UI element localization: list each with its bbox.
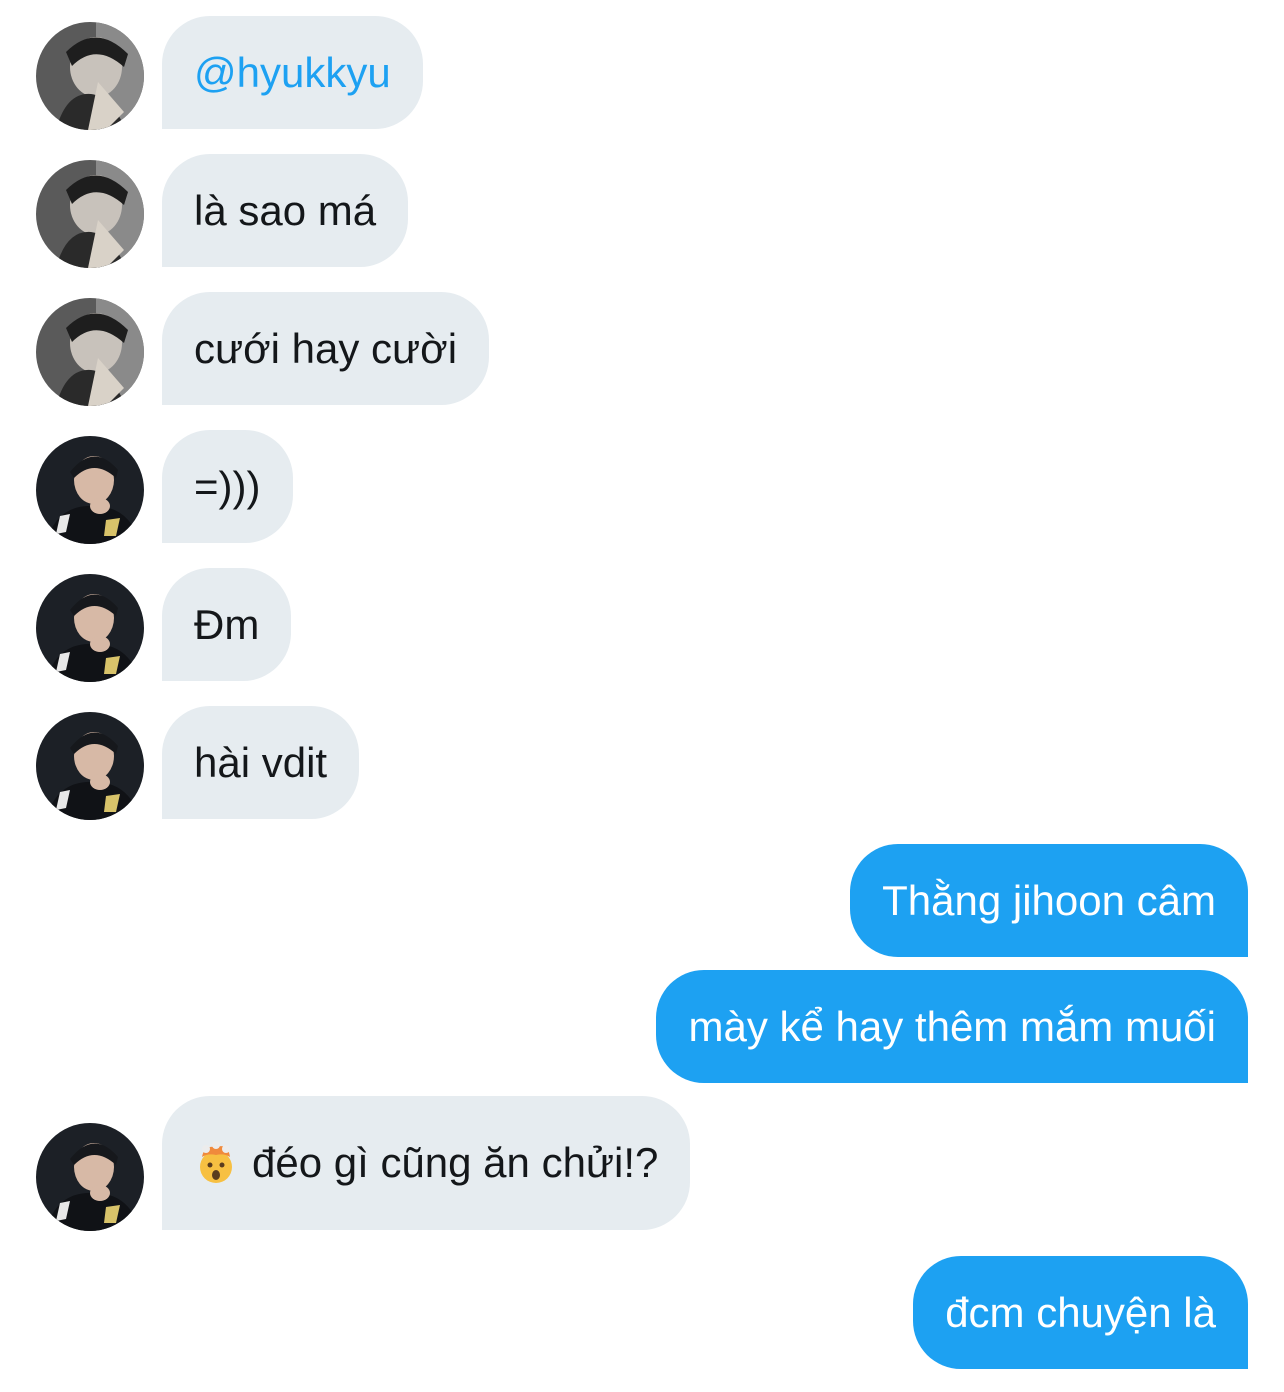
message-text: mày kể hay thêm mắm muối [688,1002,1216,1050]
message-bubble[interactable]: là sao má [162,154,409,267]
message-text: là sao má [194,186,377,234]
user-avatar-photo [36,574,144,682]
message-bubble[interactable]: @hyukkyu [162,16,423,129]
avatar[interactable] [36,574,144,682]
message-bubble-outgoing[interactable]: đcm chuyện là [913,1256,1248,1369]
avatar[interactable] [36,22,144,130]
message-bubble-outgoing[interactable]: Thằng jihoon câm [850,844,1248,957]
user-avatar-photo [36,712,144,820]
user-avatar-photo [36,160,144,268]
avatar[interactable] [36,436,144,544]
message-text: đcm chuyện là [945,1288,1216,1336]
message-text: cưới hay cười [194,324,458,372]
avatar[interactable] [36,298,144,406]
message-text: =))) [194,462,261,510]
user-avatar-photo [36,298,144,406]
message-text: đéo gì cũng ăn chửi!? [252,1139,659,1186]
user-avatar-photo [36,22,144,130]
exploding-head-icon [194,1141,238,1185]
message-bubble[interactable]: Đm [162,568,292,681]
message-bubble[interactable]: hài vdit [162,706,360,819]
user-avatar-photo [36,436,144,544]
message-bubble[interactable]: cưới hay cười [162,292,490,405]
avatar[interactable] [36,1123,144,1231]
message-text: hài vdit [194,738,328,786]
message-bubble[interactable]: đéo gì cũng ăn chửi!? [162,1096,691,1230]
user-avatar-photo [36,1123,144,1231]
mention-link[interactable]: @hyukkyu [194,49,391,97]
avatar[interactable] [36,160,144,268]
message-bubble-outgoing[interactable]: mày kể hay thêm mắm muối [656,970,1248,1083]
message-bubble[interactable]: =))) [162,430,293,543]
avatar[interactable] [36,712,144,820]
message-text: Thằng jihoon câm [882,876,1216,924]
message-text: Đm [194,600,260,648]
